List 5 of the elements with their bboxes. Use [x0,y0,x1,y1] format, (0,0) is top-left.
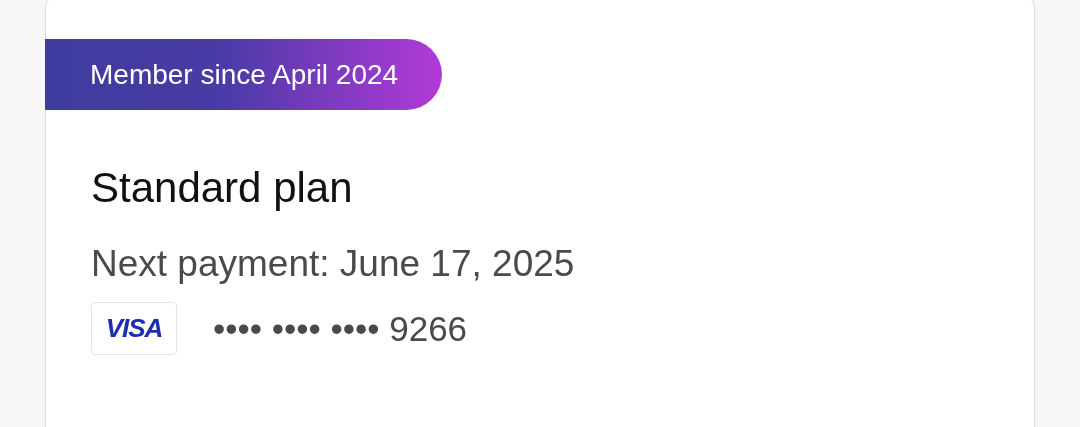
member-badge: Member since April 2024 [45,39,443,110]
card-brand-logo: VISA [91,302,177,355]
plan-name: Standard plan [91,163,354,213]
next-payment-text: Next payment: June 17, 2025 [91,242,576,286]
card-number: •••• •••• •••• 9266 [213,308,468,349]
